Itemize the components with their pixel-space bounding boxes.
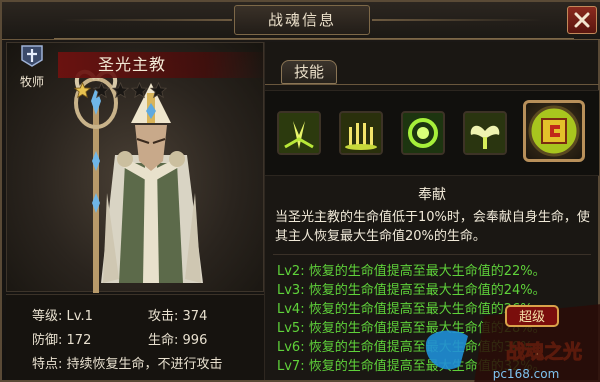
rune-icon	[528, 105, 580, 157]
hero-panel: 牧师 圣光主教 等级: Lv.1 攻击: 374 防御: 172 生命: 996…	[6, 42, 268, 380]
hp-stat: 生命: 996	[148, 329, 207, 348]
defense-label: 防御:	[32, 333, 63, 348]
close-icon	[574, 12, 590, 28]
level-upgrade-line: Lv2: 恢复的生命值提高至最大生命值的22%。	[277, 264, 546, 279]
skills-panel: 技能 奉献 当圣光主教的生命值低于10%时，会奉献自身生命，使其主人恢复最大生命…	[264, 42, 599, 380]
level-upgrade-line: Lv6: 恢复的生命值提高至最大生命值的30%。	[277, 340, 546, 355]
attack-value: 374	[182, 309, 208, 324]
war-soul-info-window: 战魂信息 牧师 圣光主教 等级: Lv.1 攻击: 374 防御: 172 生命…	[0, 0, 600, 382]
star-icon-empty	[112, 82, 129, 99]
defense-value: 172	[66, 333, 92, 348]
skill-slot-5-selected[interactable]	[523, 100, 585, 162]
wings-icon	[465, 113, 505, 153]
title-bar: 战魂信息	[2, 2, 600, 40]
attack-stat: 攻击: 374	[148, 305, 207, 324]
window-title: 战魂信息	[234, 5, 370, 35]
skill-slot-3[interactable]	[401, 111, 445, 155]
level-upgrade-line: Lv3: 恢复的生命值提高至最大生命值的24%。	[277, 283, 546, 298]
candles-icon	[341, 113, 381, 153]
star-icon-empty	[93, 82, 110, 99]
hero-name: 圣光主教	[58, 52, 268, 78]
attack-label: 攻击:	[148, 309, 179, 324]
defense-stat: 防御: 172	[32, 329, 91, 348]
skill-level-list: Lv2: 恢复的生命值提高至最大生命值的22%。 Lv3: 恢复的生命值提高至最…	[277, 262, 593, 376]
class-badge: 牧师	[12, 44, 52, 89]
priest-class-icon	[21, 45, 43, 67]
skill-slot-1[interactable]	[277, 111, 321, 155]
hp-value: 996	[182, 333, 208, 348]
trait-value: 持续恢复生命，不进行攻击	[66, 357, 223, 372]
star-icon-empty	[150, 82, 167, 99]
star-icon-empty	[131, 82, 148, 99]
skill-slot-4[interactable]	[463, 111, 507, 155]
close-button[interactable]	[567, 6, 597, 34]
level-upgrade-line: Lv4: 恢复的生命值提高至最大生命值的26%。	[277, 302, 546, 317]
level-label: 等级:	[32, 309, 63, 324]
level-stat: 等级: Lv.1	[32, 305, 93, 324]
title-ornament-left	[62, 19, 232, 21]
description-divider	[273, 254, 591, 255]
trait-stat: 特点: 持续恢复生命，不进行攻击	[32, 353, 223, 372]
skill-description: 当圣光主教的生命值低于10%时，会奉献自身生命，使其主人恢复最大生命值20%的生…	[275, 210, 590, 244]
hp-label: 生命:	[148, 333, 179, 348]
swirl-icon	[403, 113, 443, 153]
level-upgrade-line: Lv5: 恢复的生命值提高至最大生命值的28%。	[277, 321, 546, 336]
star-rating	[74, 82, 167, 99]
tab-divider	[265, 84, 599, 85]
trait-label: 特点:	[32, 357, 63, 372]
title-ornament-right	[372, 19, 542, 21]
name-divider	[54, 38, 574, 39]
level-upgrade-line: Lv7: 恢复的生命值提高至最大生命值的32%。	[277, 359, 546, 374]
hero-stats: 等级: Lv.1 攻击: 374 防御: 172 生命: 996 特点: 持续恢…	[6, 294, 264, 380]
skill-icon-row	[265, 90, 599, 176]
burst-icon	[279, 113, 319, 153]
star-icon-filled	[74, 82, 91, 99]
level-value: Lv.1	[66, 309, 93, 324]
tab-skills[interactable]: 技能	[281, 60, 337, 84]
class-label: 牧师	[19, 75, 44, 89]
skill-slot-2[interactable]	[339, 111, 383, 155]
skill-name: 奉献	[418, 187, 446, 203]
